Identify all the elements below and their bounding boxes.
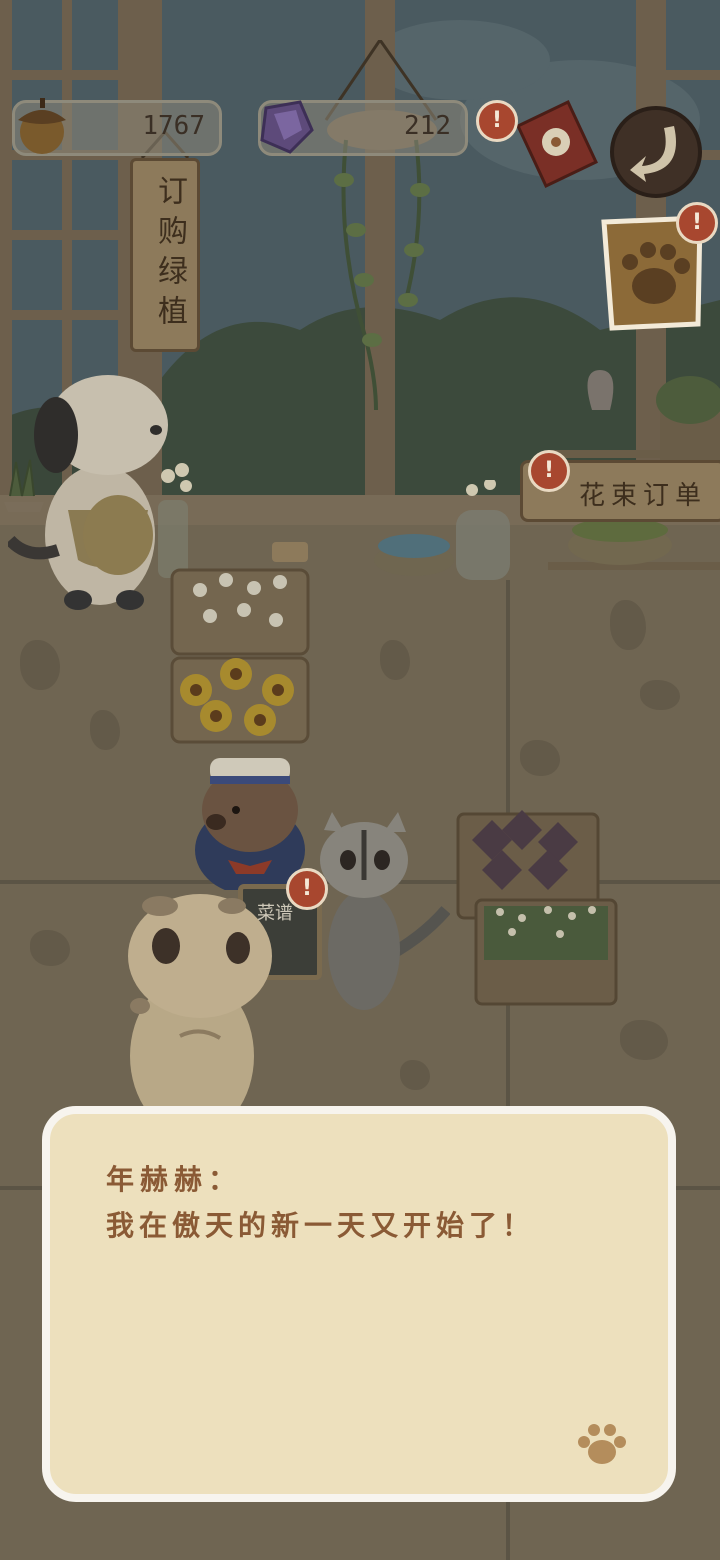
flower-orders-alert-icon[interactable]: !: [528, 450, 570, 492]
purple-gem-icon: [260, 100, 314, 154]
floor-pebble: [380, 640, 410, 680]
floor-pebble: [640, 680, 680, 710]
succulent-pot: [4, 459, 44, 512]
return-arrow-icon[interactable]: [606, 104, 706, 200]
book-alert-icon[interactable]: !: [476, 100, 518, 142]
gecko-character[interactable]: [120, 886, 280, 1116]
window-frame: [0, 70, 160, 80]
plant-crates-right[interactable]: [452, 800, 622, 1010]
floor-pebble: [90, 710, 120, 750]
floor-pebble: [30, 930, 70, 966]
acorn-count: 1767: [142, 111, 205, 141]
flower-orders-label: 花束订单: [579, 481, 708, 511]
floor-pebble: [400, 1060, 430, 1090]
sugar-glider[interactable]: [310, 810, 450, 1030]
paw-note-alert-icon[interactable]: !: [676, 202, 718, 244]
dialog-text: 我在傲天的新一天又开始了！: [106, 1209, 536, 1242]
floor-pebble: [520, 740, 560, 776]
floor-pebble: [620, 1020, 668, 1060]
order-plants-label: 订购绿植: [152, 175, 187, 335]
right-shelf: [548, 370, 720, 570]
window-frame: [666, 70, 720, 80]
flower-book-icon[interactable]: [508, 96, 600, 192]
paw-icon[interactable]: [574, 1418, 630, 1468]
flower-baskets-window: [374, 480, 510, 580]
gem-count: 212: [404, 111, 451, 141]
order-plants-sign[interactable]: 订购绿植: [130, 158, 200, 352]
acorn-icon: [18, 98, 66, 154]
dialog-speaker-name: 年赫赫：: [106, 1163, 243, 1196]
hanging-plant: [324, 40, 438, 411]
otter-sailor[interactable]: [180, 740, 310, 890]
dialog-box[interactable]: 年赫赫： 我在傲天的新一天又开始了！: [42, 1106, 676, 1502]
